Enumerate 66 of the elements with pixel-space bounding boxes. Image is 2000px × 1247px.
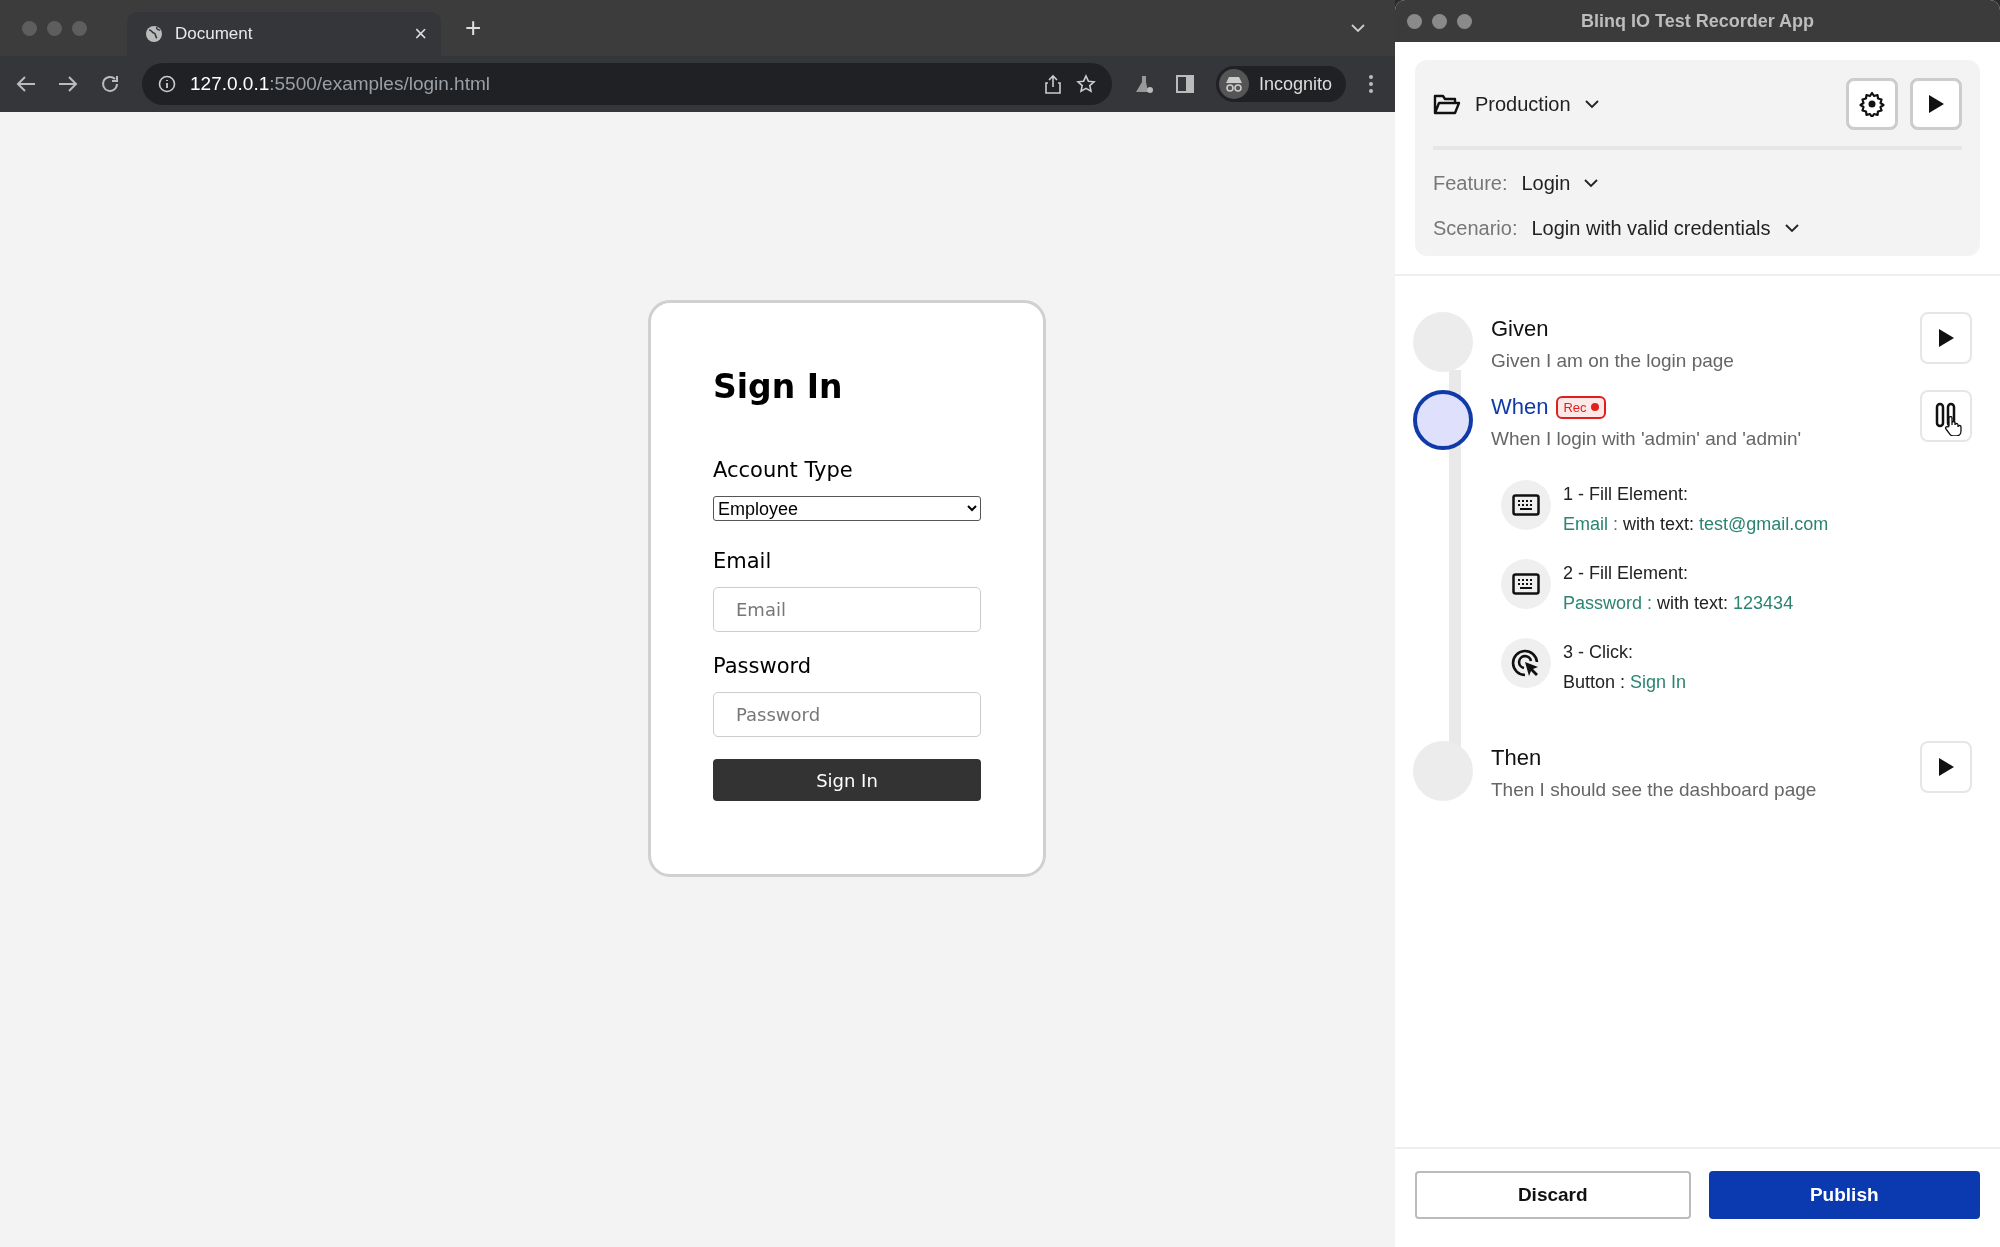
sign-in-heading: Sign In <box>713 367 844 406</box>
back-icon[interactable] <box>16 75 36 93</box>
action-title: 2 - Fill Element: <box>1563 563 1690 584</box>
action-title: 3 - Click: <box>1563 642 1634 663</box>
info-icon[interactable] <box>158 75 176 93</box>
more-menu-icon[interactable] <box>1368 74 1375 94</box>
step-text: Given I am on the login page <box>1491 350 1735 372</box>
pause-button[interactable] <box>1920 390 1972 442</box>
sign-in-button[interactable]: Sign In <box>713 759 981 801</box>
email-label: Email <box>713 549 773 573</box>
password-input[interactable]: Password <box>713 692 981 737</box>
hand-cursor-icon <box>1944 416 1962 436</box>
field-label: Feature: <box>1433 172 1508 195</box>
new-tab-button[interactable]: + <box>459 11 488 45</box>
project-dropdown[interactable]: Production <box>1433 92 1599 116</box>
keyboard-icon <box>1512 494 1540 516</box>
action-detail: Email : with text: test@gmail.com <box>1563 514 1829 535</box>
account-type-label: Account Type <box>713 458 854 482</box>
rec-badge: Rec <box>1556 395 1606 419</box>
tab-search-icon <box>1351 24 1365 33</box>
field-label: Scenario: <box>1433 217 1518 240</box>
browser-tab[interactable]: Document × <box>127 12 441 56</box>
settings-icon <box>1859 91 1885 117</box>
step-text: When I login with 'admin' and 'admin' <box>1491 428 1803 450</box>
run-button[interactable] <box>1910 78 1962 130</box>
field-dropdown[interactable]: Login with valid credentials <box>1531 217 1799 240</box>
incognito-profile-button[interactable]: Incognito <box>1216 66 1347 102</box>
chevron-down-icon <box>1784 224 1799 233</box>
step-keyword: When <box>1491 394 1549 420</box>
publish-button[interactable]: Publish <box>1708 1171 1980 1219</box>
play-icon <box>1937 328 1955 348</box>
forward-icon[interactable] <box>58 75 78 93</box>
action-detail: Button : Sign In <box>1563 672 1687 693</box>
step-text: Then I should see the dashboard page <box>1491 779 1818 801</box>
reload-icon[interactable] <box>100 74 120 94</box>
field-dropdown[interactable]: Login <box>1521 172 1599 195</box>
click-target-icon <box>1511 648 1541 678</box>
step-keyword: Given <box>1491 316 1549 342</box>
keyboard-icon <box>1512 573 1540 595</box>
play-icon <box>1937 757 1955 777</box>
star-icon[interactable] <box>1076 74 1096 94</box>
play-button[interactable] <box>1920 312 1972 364</box>
share-icon[interactable] <box>1044 74 1062 94</box>
globe-icon <box>145 25 163 43</box>
flask-icon[interactable] <box>1134 74 1154 94</box>
side-panel-icon[interactable] <box>1176 75 1194 93</box>
pause-icon <box>1935 402 1957 430</box>
incognito-icon <box>1219 69 1249 99</box>
window-control-button[interactable] <box>1457 13 1472 29</box>
window-control-button[interactable] <box>1407 13 1422 29</box>
play-icon <box>1927 94 1945 114</box>
folder-icon <box>1433 93 1461 115</box>
discard-button[interactable]: Discard <box>1415 1171 1691 1219</box>
settings-button[interactable] <box>1846 78 1898 130</box>
email-input[interactable]: Email <box>713 587 981 632</box>
step-keyword: Then <box>1491 745 1542 771</box>
action-detail: Password : with text: 123434 <box>1563 593 1794 614</box>
close-tab-button[interactable]: × <box>414 21 427 47</box>
account-type-select[interactable]: Employee <box>713 496 981 521</box>
action-title: 1 - Fill Element: <box>1563 484 1690 505</box>
play-button[interactable] <box>1920 741 1972 793</box>
chevron-down-icon <box>1584 179 1599 188</box>
window-title: Blinq IO Test Recorder App <box>1581 10 1814 31</box>
window-control-button[interactable] <box>1432 13 1447 29</box>
chevron-down-icon <box>1584 99 1599 109</box>
password-label: Password <box>713 654 813 678</box>
